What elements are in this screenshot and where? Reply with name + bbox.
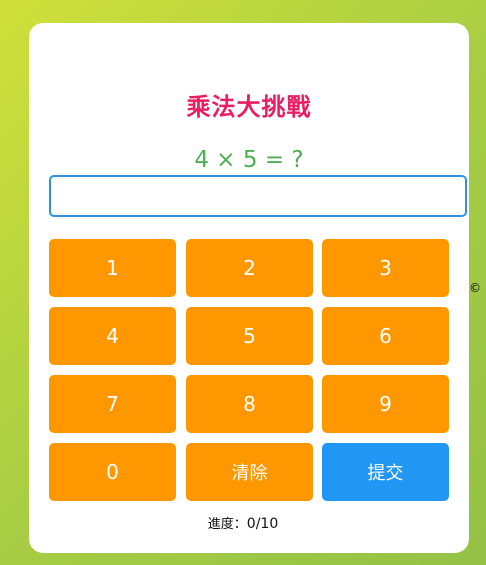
key-6-button[interactable]: 6	[322, 307, 449, 365]
clear-button[interactable]: 清除	[186, 443, 313, 501]
key-4-button[interactable]: 4	[49, 307, 176, 365]
key-2-button[interactable]: 2	[186, 239, 313, 297]
answer-input[interactable]	[49, 175, 467, 217]
question-text: 4 × 5 = ?	[194, 147, 304, 173]
key-5-button[interactable]: 5	[186, 307, 313, 365]
progress-label: 進度：	[207, 517, 247, 532]
key-8-button[interactable]: 8	[186, 375, 313, 433]
key-9-button[interactable]: 9	[322, 375, 449, 433]
key-1-button[interactable]: 1	[49, 239, 176, 297]
progress-indicator: 進度：0/10	[0, 513, 486, 532]
key-3-button[interactable]: 3	[322, 239, 449, 297]
submit-button[interactable]: 提交	[322, 443, 449, 501]
key-0-button[interactable]: 0	[49, 443, 176, 501]
progress-value: 0/10	[246, 516, 279, 532]
page-title: 乘法大挑戰	[186, 92, 312, 121]
key-7-button[interactable]: 7	[49, 375, 176, 433]
copyright-mark: ©	[469, 281, 481, 295]
